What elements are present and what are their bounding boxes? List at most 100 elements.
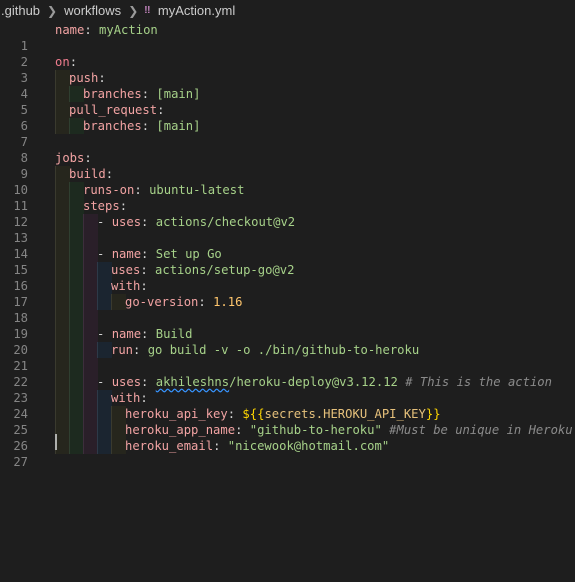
code-line: 17 with: xyxy=(0,278,575,309)
code-text: steps: xyxy=(83,199,128,213)
code-line: 9 jobs: xyxy=(0,150,575,181)
indent-guide xyxy=(69,86,84,102)
indent-guide xyxy=(97,390,112,406)
indent-guide xyxy=(55,278,70,294)
indent-guide xyxy=(55,310,70,326)
indent-guide xyxy=(55,246,70,262)
code-line: 4 push: xyxy=(0,70,575,101)
code-line: 10 build: xyxy=(0,166,575,197)
code-line: 19 xyxy=(0,310,575,341)
code-text: with: xyxy=(111,391,148,405)
indent-guide xyxy=(69,118,84,134)
code-text: jobs: xyxy=(55,151,92,165)
indent-guide xyxy=(69,310,84,326)
indent-guide xyxy=(55,358,70,374)
code-text: pull_request: xyxy=(69,103,165,117)
code-line: 1 name: myAction xyxy=(0,22,575,53)
code-text: run: go build -v -o ./bin/github-to-hero… xyxy=(111,343,420,357)
breadcrumb: .github ❯ workflows ❯ !! myAction.yml xyxy=(0,0,575,22)
breadcrumb-folder-workflows[interactable]: workflows xyxy=(63,0,122,22)
indent-guide xyxy=(83,342,98,358)
indent-guide xyxy=(55,422,70,438)
indent-guide xyxy=(69,342,84,358)
code-line: 8 xyxy=(0,134,575,165)
code-text: go-version: 1.16 xyxy=(125,295,243,309)
code-text: push: xyxy=(69,71,106,85)
breadcrumb-folder-github[interactable]: .github xyxy=(0,0,41,22)
indent-guide xyxy=(83,214,98,230)
breadcrumb-file[interactable]: myAction.yml xyxy=(157,0,236,22)
indent-guide xyxy=(69,230,84,246)
code-text: - uses: actions/checkout@v2 xyxy=(97,215,296,229)
indent-guide xyxy=(83,278,98,294)
code-line: 2 xyxy=(0,38,575,69)
code-line: 16 uses: actions/setup-go@v2 xyxy=(0,262,575,293)
code-text: with: xyxy=(111,279,148,293)
code-line: 26 heroku_app_name: "github-to-heroku" #… xyxy=(0,422,575,453)
code-editor[interactable]: 1 name: myAction 2 3 on: 4 push: 5 branc… xyxy=(0,22,575,469)
indent-guide xyxy=(97,262,112,278)
chevron-right-icon: ❯ xyxy=(47,4,58,18)
code-line: 23 - uses: akhileshns/heroku-deploy@v3.1… xyxy=(0,374,575,405)
code-text: - name: Build xyxy=(97,327,193,341)
code-line: 12 steps: xyxy=(0,198,575,229)
indent-guide xyxy=(55,326,70,342)
code-text: on: xyxy=(55,55,78,69)
indent-guide xyxy=(83,246,98,262)
code-line: 22 xyxy=(0,358,575,389)
code-line: 25 heroku_api_key: ${{secrets.HEROKU_API… xyxy=(0,406,575,437)
indent-guide xyxy=(69,198,84,214)
indent-guide xyxy=(55,438,70,454)
code-text: runs-on: ubuntu-latest xyxy=(83,183,245,197)
indent-guide xyxy=(55,118,70,134)
indent-guide xyxy=(69,326,84,342)
indent-guide xyxy=(69,294,84,310)
indent-guide xyxy=(69,374,84,390)
chevron-right-icon: ❯ xyxy=(128,4,139,18)
code-text: - uses: akhileshns/heroku-deploy@v3.12.1… xyxy=(97,375,552,389)
indent-guide xyxy=(83,438,98,454)
indent-guide xyxy=(55,214,70,230)
indent-guide xyxy=(111,438,126,454)
indent-guide xyxy=(97,438,112,454)
indent-guide xyxy=(97,406,112,422)
code-line: 27 heroku_email: "nicewook@hotmail.com" xyxy=(0,438,575,469)
indent-guide xyxy=(83,406,98,422)
indent-guide xyxy=(69,406,84,422)
indent-guide xyxy=(83,374,98,390)
code-line: 14 xyxy=(0,230,575,261)
code-line: 13 - uses: actions/checkout@v2 xyxy=(0,214,575,245)
indent-guide xyxy=(97,294,112,310)
indent-guide xyxy=(83,358,98,374)
indent-guide xyxy=(111,294,126,310)
indent-guide xyxy=(69,358,84,374)
indent-guide xyxy=(55,406,70,422)
indent-guide xyxy=(69,182,84,198)
indent-guide xyxy=(83,262,98,278)
indent-guide xyxy=(83,422,98,438)
indent-guide xyxy=(83,390,98,406)
line-number: 27 xyxy=(13,455,28,469)
code-text: - name: Set up Go xyxy=(97,247,222,261)
code-text: uses: actions/setup-go@v2 xyxy=(111,263,295,277)
code-line: 5 branches: [main] xyxy=(0,86,575,117)
code-text: branches: [main] xyxy=(83,87,201,101)
indent-guide xyxy=(55,86,70,102)
indent-guide xyxy=(69,278,84,294)
code-text: heroku_email: "nicewook@hotmail.com" xyxy=(125,439,390,453)
indent-guide xyxy=(111,406,126,422)
indent-guide xyxy=(55,294,70,310)
indent-guide xyxy=(55,262,70,278)
indent-guide xyxy=(69,246,84,262)
indent-guide xyxy=(83,294,98,310)
code-text: heroku_app_name: "github-to-heroku" #Mus… xyxy=(125,423,573,437)
indent-guide xyxy=(55,166,70,182)
indent-guide xyxy=(83,326,98,342)
indent-guide xyxy=(97,422,112,438)
code-line: 24 with: xyxy=(0,390,575,421)
indent-guide xyxy=(55,182,70,198)
code-text: branches: [main] xyxy=(83,119,201,133)
code-text: heroku_api_key: ${{secrets.HEROKU_API_KE… xyxy=(125,407,441,421)
indent-guide xyxy=(55,102,70,118)
code-text: name: myAction xyxy=(55,23,158,37)
